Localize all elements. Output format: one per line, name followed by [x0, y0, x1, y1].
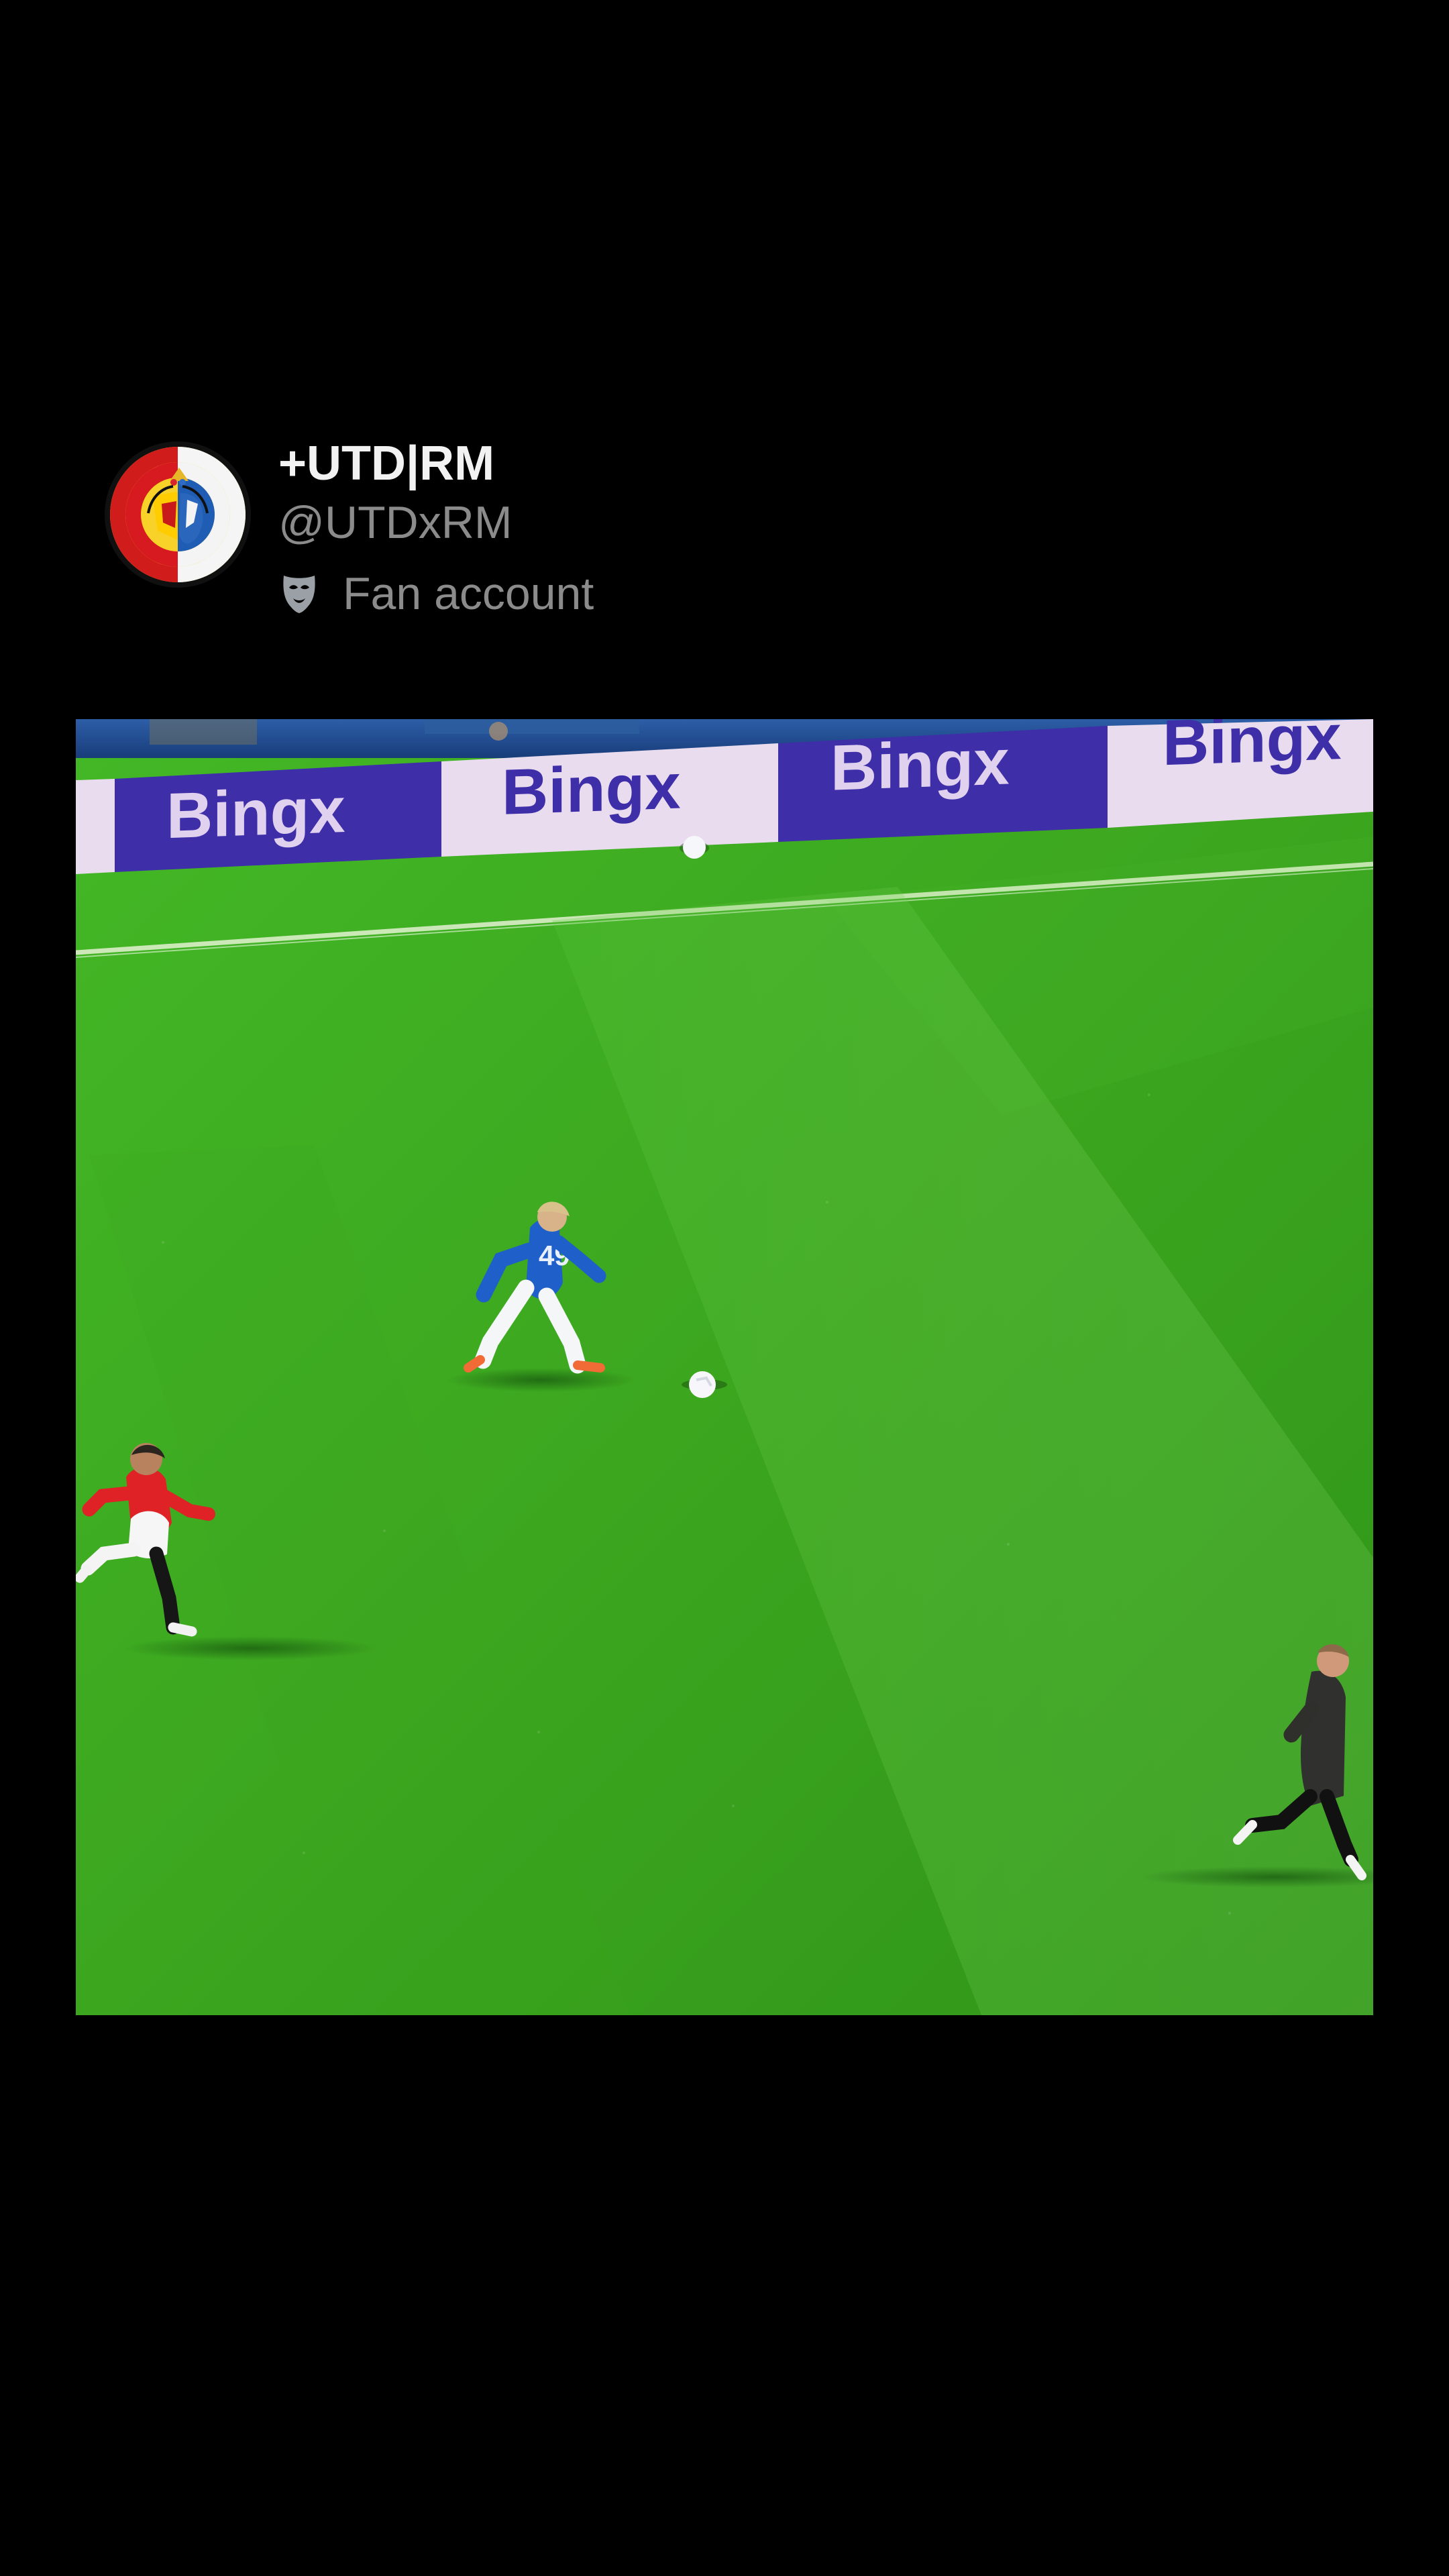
avatar[interactable] [104, 439, 252, 590]
user-handle[interactable]: @UTDxRM [278, 500, 513, 545]
video-media[interactable]: Bingx Bingx Bingx Bingx 49 [76, 719, 1373, 2015]
football-match-scene: Bingx Bingx Bingx Bingx 49 [76, 719, 1373, 2015]
profile-header: +UTD|RM @UTDxRM Fan account [104, 439, 1379, 634]
display-name[interactable]: +UTD|RM [278, 439, 494, 488]
badge-label: Fan account [343, 568, 594, 619]
mask-icon [283, 576, 315, 613]
ad-board-text: Bingx [1163, 719, 1342, 779]
club-crest-avatar [105, 441, 251, 588]
ad-board-text: Bingx [166, 774, 345, 852]
fan-account-badge: Fan account [278, 567, 594, 621]
ad-board-text: Bingx [830, 726, 1010, 804]
ad-board-text: Bingx [502, 751, 681, 828]
